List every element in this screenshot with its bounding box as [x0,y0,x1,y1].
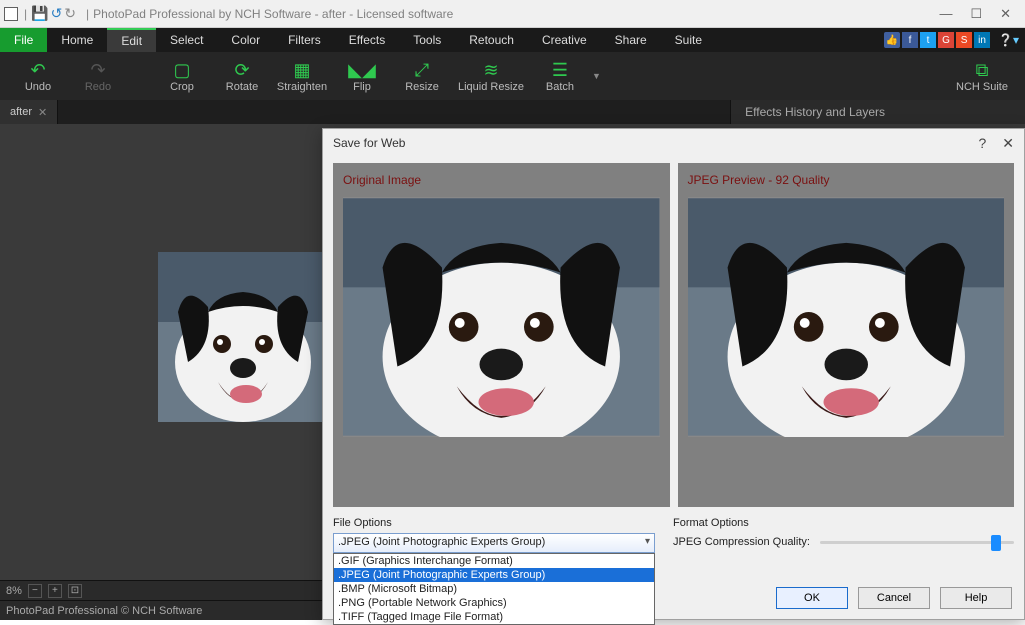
like-icon[interactable]: 👍 [884,32,900,48]
jpeg-preview: JPEG Preview - 92 Quality [678,163,1015,507]
zoom-in-button[interactable]: + [48,584,62,598]
titlebar: | 💾 ↺ ↻ | PhotoPad Professional by NCH S… [0,0,1025,28]
menu-share[interactable]: Share [601,28,661,52]
stumbleupon-icon[interactable]: S [956,32,972,48]
slider-thumb[interactable] [991,535,1001,551]
dialog-close-icon[interactable]: ✕ [1002,135,1014,152]
flip-button[interactable]: ◣◢Flip [332,53,392,99]
batch-icon: ☰ [552,59,568,81]
jpeg-preview-label: JPEG Preview - 92 Quality [688,173,1005,187]
dialog-title: Save for Web [333,136,405,150]
googleplus-icon[interactable]: G [938,32,954,48]
menu-retouch[interactable]: Retouch [455,28,528,52]
maximize-button[interactable]: ☐ [970,6,982,22]
format-option-tiff[interactable]: .TIFF (Tagged Image File Format) [334,610,654,624]
close-tab-icon[interactable]: ✕ [38,106,47,119]
menu-suite[interactable]: Suite [661,28,716,52]
menu-color[interactable]: Color [217,28,274,52]
format-option-bmp[interactable]: .BMP (Microsoft Bitmap) [334,582,654,596]
menu-file[interactable]: File [0,28,47,52]
menu-select[interactable]: Select [156,28,217,52]
undo-qat-icon[interactable]: ↺ [51,5,63,22]
nch-suite-icon: ⧉ [976,59,989,81]
dialog-buttons: OK Cancel Help [776,587,1012,609]
window-title: PhotoPad Professional by NCH Software - … [93,7,453,21]
original-image [343,197,660,437]
straighten-button[interactable]: ▦Straighten [272,53,332,99]
rotate-icon: ⟳ [234,59,249,81]
compression-row: JPEG Compression Quality: [673,533,1014,551]
save-for-web-dialog: Save for Web ? ✕ Original Image [322,128,1025,620]
close-window-button[interactable]: ✕ [1000,6,1011,22]
help-button[interactable]: Help [940,587,1012,609]
original-label: Original Image [343,173,660,187]
compression-slider[interactable] [820,533,1014,551]
nch-suite-button[interactable]: ⧉NCH Suite [947,53,1017,99]
crop-icon: ▢ [173,59,190,81]
format-selected[interactable]: .JPEG (Joint Photographic Experts Group) [333,533,655,553]
twitter-icon[interactable]: t [920,32,936,48]
facebook-icon[interactable]: f [902,32,918,48]
zoom-value: 8% [6,585,22,597]
liquid-resize-button[interactable]: ≋Liquid Resize [452,53,530,99]
menubar: File Home Edit Select Color Filters Effe… [0,28,1025,52]
crop-button[interactable]: ▢Crop [152,53,212,99]
cancel-button[interactable]: Cancel [858,587,930,609]
statusbar: 8% − + ⊡ [0,580,322,600]
ribbon: ↶Undo ↷Redo ▢Crop ⟳Rotate ▦Straighten ◣◢… [0,52,1025,100]
help-menu-icon[interactable]: ❔▾ [998,33,1019,47]
menu-edit[interactable]: Edit [107,28,156,52]
dog-image-thumb [158,252,328,422]
copyright-bar: PhotoPad Professional © NCH Software [0,600,322,620]
redo-button[interactable]: ↷Redo [68,53,128,99]
format-option-png[interactable]: .PNG (Portable Network Graphics) [334,596,654,610]
resize-button[interactable]: ⤢Resize [392,53,452,99]
original-preview: Original Image [333,163,670,507]
undo-icon: ↶ [30,59,45,81]
quick-access-toolbar: 💾 ↺ ↻ [31,5,76,22]
zoom-out-button[interactable]: − [28,584,42,598]
system-menu-icon[interactable] [4,7,18,21]
document-tabs: after ✕ Effects History and Layers [0,100,1025,124]
batch-button[interactable]: ☰Batch [530,53,590,99]
zoom-fit-button[interactable]: ⊡ [68,584,82,598]
rotate-button[interactable]: ⟳Rotate [212,53,272,99]
resize-icon: ⤢ [415,59,429,81]
dialog-help-icon[interactable]: ? [978,135,986,151]
liquid-resize-icon: ≋ [483,59,498,81]
ok-button[interactable]: OK [776,587,848,609]
file-options-group: File Options .JPEG (Joint Photographic E… [333,517,663,553]
doc-tab-label: after [10,106,32,118]
save-icon[interactable]: 💾 [31,5,48,22]
minimize-button[interactable]: — [939,6,952,22]
compression-label: JPEG Compression Quality: [673,536,810,548]
format-option-gif[interactable]: .GIF (Graphics Interchange Format) [334,554,654,568]
doc-tab-after[interactable]: after ✕ [0,100,58,124]
side-panel-header[interactable]: Effects History and Layers [730,100,1025,124]
flip-icon: ◣◢ [348,59,376,81]
format-dropdown: .GIF (Graphics Interchange Format) .JPEG… [333,553,655,625]
format-option-jpeg[interactable]: .JPEG (Joint Photographic Experts Group) [334,568,654,582]
undo-button[interactable]: ↶Undo [8,53,68,99]
redo-qat-icon[interactable]: ↻ [64,5,76,22]
format-options-label: Format Options [673,517,1014,529]
menu-tools[interactable]: Tools [399,28,455,52]
jpeg-preview-image [688,197,1005,437]
canvas-image[interactable] [158,252,328,422]
menu-effects[interactable]: Effects [335,28,399,52]
format-select[interactable]: .JPEG (Joint Photographic Experts Group)… [333,533,655,553]
menu-creative[interactable]: Creative [528,28,601,52]
batch-dropdown-icon[interactable]: ▼ [592,71,601,81]
menu-filters[interactable]: Filters [274,28,335,52]
format-options-group: Format Options JPEG Compression Quality: [673,517,1014,553]
menu-home[interactable]: Home [47,28,107,52]
redo-icon: ↷ [90,59,105,81]
straighten-icon: ▦ [293,59,310,81]
linkedin-icon[interactable]: in [974,32,990,48]
file-options-label: File Options [333,517,663,529]
dialog-titlebar: Save for Web ? ✕ [323,129,1024,157]
